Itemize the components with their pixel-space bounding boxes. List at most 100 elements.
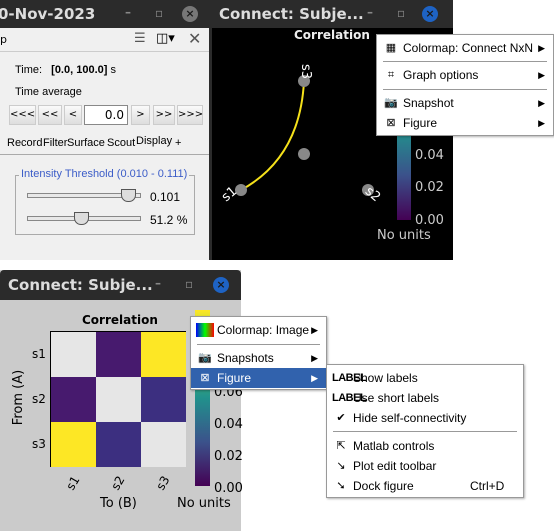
dock-icon: ➘ <box>336 480 346 492</box>
threshold-percent: 51.2 % <box>150 213 188 227</box>
menu-item-plot-edit-toolbar[interactable]: ↘ Plot edit toolbar <box>327 456 523 476</box>
col-label: s2 <box>108 473 128 493</box>
plot-edit-icon: ↘ <box>336 460 346 472</box>
close-button[interactable]: × <box>213 277 229 293</box>
menu-item-matlab-controls[interactable]: ⇱ Matlab controls <box>327 436 523 456</box>
tab-add[interactable]: + <box>175 137 181 149</box>
tab-record[interactable]: Record <box>7 137 42 149</box>
maximize-button[interactable]: ▫ <box>155 6 163 20</box>
node-label-s3: s3 <box>298 63 314 80</box>
layout-icon[interactable]: ◫▾ <box>156 31 175 46</box>
minimize-button[interactable]: – <box>367 5 373 19</box>
menu-item-hide-self-connectivity[interactable]: ✔ Hide self-connectivity <box>327 408 523 428</box>
row-label: s1 <box>32 347 46 361</box>
slider-thumb[interactable] <box>74 212 89 225</box>
graph-context-menu: ▦ Colormap: Connect NxN ▶ ⌗ Graph options ▶ … <box>376 34 554 136</box>
slider-thumb[interactable] <box>121 189 136 202</box>
matrix-context-menu: Colormap: Image ▶ 📷 Snapshots ▶ ⊠ Figure ▶ <box>190 316 327 390</box>
title-bar: 0-Nov-2023 – ▫ × <box>0 0 212 28</box>
time-average-label: Time average <box>15 86 82 98</box>
menu-item-figure[interactable]: ⊠ Figure ▶ <box>191 368 326 388</box>
check-icon: ✔ <box>336 412 346 424</box>
matrix-window: Connect: Subje... – ▫ × Correlation s1 s… <box>0 270 243 531</box>
colorbar-tick: 0.00 <box>214 481 243 496</box>
tab-filter[interactable]: Filter <box>43 137 67 149</box>
close-button[interactable]: × <box>422 6 438 22</box>
menu-item-show-labels[interactable]: LABEL Show labels <box>327 368 523 388</box>
threshold-title: Intensity Threshold (0.010 - 0.111) <box>19 168 190 180</box>
y-axis-label: From (A) <box>11 369 27 426</box>
next-fast-button[interactable]: >> <box>153 105 175 125</box>
maximize-button[interactable]: ▫ <box>397 6 405 20</box>
menu-item-dock-figure[interactable]: ➘ Dock figure Ctrl+D <box>327 476 523 496</box>
cell-s3-s2 <box>96 422 141 467</box>
colorbar-tick: 0.02 <box>214 449 243 464</box>
toolbar-label: p <box>0 33 7 46</box>
camera-icon: 📷 <box>384 97 398 109</box>
tab-display[interactable]: Display <box>136 135 173 147</box>
window-title: 0-Nov-2023 <box>0 5 96 23</box>
col-label: s1 <box>63 473 83 493</box>
close-panel-icon[interactable]: ✕ <box>188 29 201 48</box>
menu-item-snapshots[interactable]: 📷 Snapshots ▶ <box>191 348 326 368</box>
first-button[interactable]: <<< <box>9 105 36 125</box>
menu-item-figure[interactable]: ⊠ Figure ▶ <box>377 113 553 133</box>
cell-s2-s1 <box>51 377 96 422</box>
time-label: Time: <box>15 64 43 76</box>
close-button[interactable]: × <box>182 6 198 22</box>
colorbar <box>397 130 411 220</box>
menu-item-short-labels[interactable]: LABEL Use short labels <box>327 388 523 408</box>
label-icon: LABEL <box>332 372 367 384</box>
cell-s2-s3 <box>141 377 186 422</box>
window-title: Connect: Subje... <box>219 5 364 23</box>
last-button[interactable]: >>> <box>177 105 203 125</box>
cell-s2-s2 <box>96 377 141 422</box>
time-value: [0.0, 100.0] <box>51 64 108 76</box>
menu-item-snapshot[interactable]: 📷 Snapshot ▶ <box>377 93 553 113</box>
colormap-icon <box>196 323 214 337</box>
label-icon: LABEL <box>332 392 367 404</box>
toolbar: p ☰ ◫▾ ✕ <box>0 28 209 52</box>
prev-fast-button[interactable]: << <box>38 105 62 125</box>
units-label: No units <box>177 496 231 511</box>
time-input[interactable]: 0.0 <box>84 105 128 125</box>
link-s1-s3 <box>240 80 305 191</box>
tab-surface[interactable]: Surface <box>67 137 105 149</box>
cell-s3-s1 <box>51 422 96 467</box>
units-label: No units <box>377 228 431 243</box>
graph-icon: ⌗ <box>387 69 395 81</box>
menu-item-colormap[interactable]: Colormap: Image ▶ <box>191 320 326 340</box>
threshold-value: 0.101 <box>150 190 181 204</box>
figure-icon: ⊠ <box>386 117 396 129</box>
figure-submenu: LABEL Show labels LABEL Use short labels ✔… <box>326 364 524 498</box>
menu-item-colormap[interactable]: ▦ Colormap: Connect NxN ▶ <box>377 38 553 58</box>
next-button[interactable]: > <box>131 105 150 125</box>
minimize-button[interactable]: – <box>125 5 131 19</box>
row-label: s2 <box>32 392 46 406</box>
prev-button[interactable]: < <box>64 105 82 125</box>
colormap-icon: ▦ <box>385 42 397 54</box>
maximize-button[interactable]: ▫ <box>185 277 193 291</box>
figure-icon: ⊠ <box>200 372 210 384</box>
colorbar-tick: 0.04 <box>214 417 243 432</box>
matrix <box>50 331 186 467</box>
minimize-button[interactable]: – <box>155 276 161 290</box>
colorbar-tick: 0.04 <box>415 148 444 163</box>
window-title: Connect: Subje... <box>8 276 153 294</box>
row-label: s3 <box>32 437 46 451</box>
cursor-icon: ⇱ <box>336 440 346 452</box>
list-icon[interactable]: ☰ <box>134 31 146 46</box>
cell-s1-s2 <box>96 332 141 377</box>
node-center <box>298 148 310 160</box>
col-label: s3 <box>153 473 173 493</box>
shortcut: Ctrl+D <box>470 479 505 493</box>
x-axis-label: To (B) <box>100 496 137 511</box>
left-window: 0-Nov-2023 – ▫ × p ☰ ◫▾ ✕ Time: [0.0, 10… <box>0 0 212 260</box>
plot-title: Correlation <box>82 313 158 327</box>
time-unit: s <box>110 64 116 76</box>
colorbar-tick: 0.00 <box>415 213 444 228</box>
tab-scout[interactable]: Scout <box>107 137 135 149</box>
colorbar-tick: 0.02 <box>415 180 444 195</box>
cell-s1-s3 <box>141 332 186 377</box>
menu-item-graph-options[interactable]: ⌗ Graph options ▶ <box>377 65 553 85</box>
